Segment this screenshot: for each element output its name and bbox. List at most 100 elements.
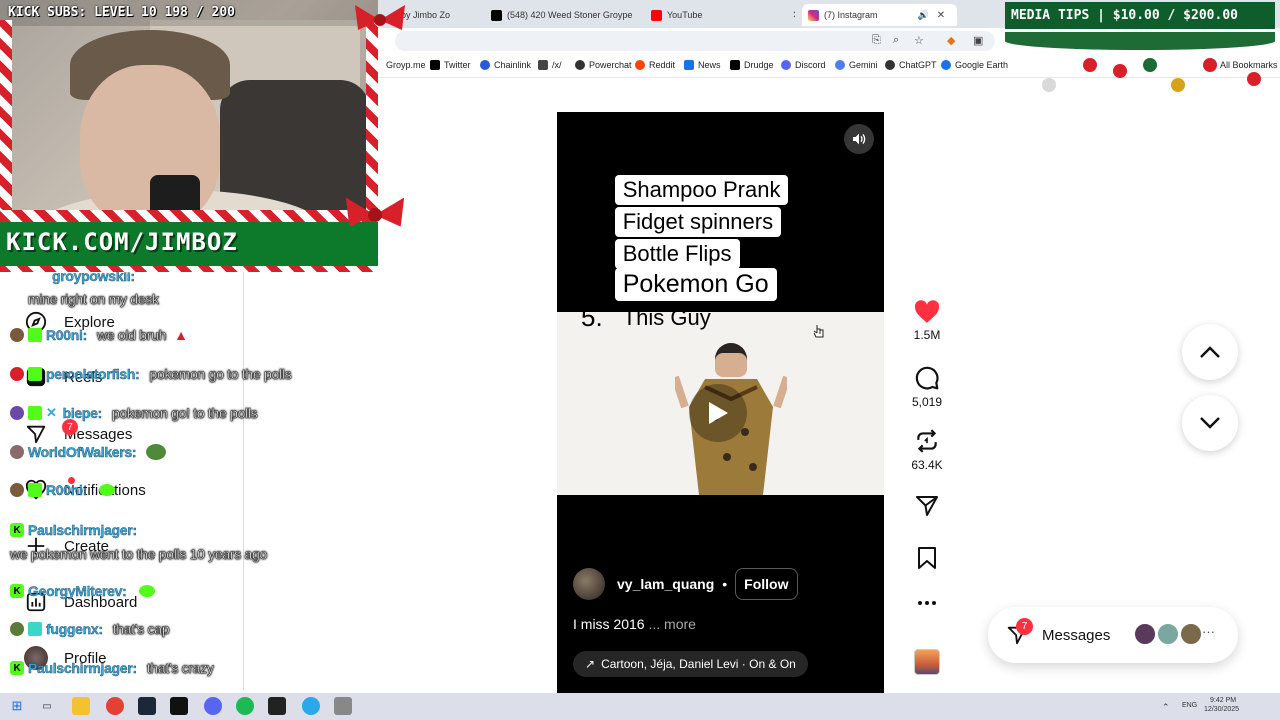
metamask-icon[interactable]: ◆ xyxy=(947,34,955,47)
arrow-up-right-icon: ↗ xyxy=(585,657,596,671)
windows-start-icon[interactable]: ⊞ xyxy=(8,697,26,715)
tab-twitter[interactable]: (548) 420 Weed Stoner Groype xyxy=(485,4,640,26)
share-action[interactable] xyxy=(910,494,944,518)
conversation-avatar[interactable] xyxy=(1133,622,1157,646)
play-button[interactable] xyxy=(689,384,747,442)
tab-label: YouTube xyxy=(667,10,703,20)
tray-chevron-icon[interactable]: ⌃ xyxy=(1162,702,1170,713)
kick-emote-icon xyxy=(99,484,115,496)
conversation-avatar[interactable] xyxy=(1179,622,1203,646)
author-avatar[interactable] xyxy=(573,568,605,600)
messages-badge: 7 xyxy=(62,419,78,435)
steam-icon[interactable] xyxy=(138,697,156,715)
webcam-overlay: KICK SUBS: LEVEL 10 198 / 200 KICK.COM/J… xyxy=(0,0,378,272)
author-username[interactable]: vy_lam_quang xyxy=(617,576,714,592)
news-icon xyxy=(684,60,694,70)
speaker-icon[interactable]: 🔊 xyxy=(918,10,929,21)
x-logo-icon xyxy=(491,9,502,21)
comment-count: 5,019 xyxy=(911,395,943,409)
tab-instagram[interactable]: (7) Instagram 🔊 ✕ xyxy=(802,4,957,26)
chat-text: pokemon go! to the polls xyxy=(112,405,258,422)
file-explorer-icon[interactable] xyxy=(72,697,90,715)
star-icon[interactable]: ☆ xyxy=(914,34,924,47)
audio-thumbnail[interactable] xyxy=(914,649,940,675)
ornament-icon xyxy=(1042,78,1056,92)
bookmark-x[interactable]: /x/ xyxy=(538,60,562,70)
clock-date[interactable]: 12/30/2025 xyxy=(1204,706,1239,713)
more-icon[interactable]: ··· xyxy=(1202,624,1215,639)
more-options-action[interactable] xyxy=(910,600,944,606)
like-count: 1.5M xyxy=(913,328,941,342)
chat-avatar xyxy=(10,328,24,342)
hand-cursor-icon xyxy=(813,325,824,338)
reel-video[interactable] xyxy=(557,312,884,495)
bookmark-groyp[interactable]: Groyp.me xyxy=(386,60,426,70)
chat-avatar xyxy=(10,622,24,636)
heart-icon xyxy=(914,300,940,323)
audio-track-pill[interactable]: ↗ Cartoon, Jéja, Daniel Levi · On & On xyxy=(573,651,808,677)
tab-youtube[interactable]: YouTube ✕ xyxy=(645,4,795,26)
app-icon[interactable] xyxy=(268,697,286,715)
language-indicator[interactable]: ENG xyxy=(1182,702,1197,709)
sub-badge-icon xyxy=(28,406,42,420)
bookmark-label: Groyp.me xyxy=(386,60,426,70)
volume-button[interactable] xyxy=(844,124,874,154)
bookmark-gemini[interactable]: Gemini xyxy=(835,60,878,70)
messages-pill-badge: 7 xyxy=(1016,618,1033,635)
chrome-icon[interactable] xyxy=(106,697,124,715)
separator-dot: • xyxy=(722,576,728,592)
bookmark-label: Powerchat xyxy=(589,60,632,70)
previous-reel-button[interactable] xyxy=(1182,324,1238,380)
conversation-avatar[interactable] xyxy=(1156,622,1180,646)
next-reel-button[interactable] xyxy=(1182,395,1238,451)
tab-close-icon[interactable]: ✕ xyxy=(937,10,945,21)
media-tips-goal: MEDIA TIPS | $10.00 / $200.00 xyxy=(1005,2,1275,32)
chainlink-icon xyxy=(480,60,490,70)
reel-post[interactable]: 1. Shampoo Prank 2. Fidget spinners 3. B… xyxy=(557,112,884,693)
garland xyxy=(1005,32,1275,50)
terminal-icon[interactable] xyxy=(170,697,188,715)
bookmark-powerchat[interactable]: Powerchat xyxy=(575,60,632,70)
task-view-icon[interactable]: ▭ xyxy=(38,697,56,715)
discord-icon[interactable] xyxy=(204,697,222,715)
bookmark-reddit[interactable]: Reddit xyxy=(635,60,675,70)
list-item: 2. Fidget spinners xyxy=(581,206,782,237)
ornament-icon xyxy=(1247,72,1261,86)
save-action[interactable] xyxy=(910,546,944,570)
chat-message: mine right on my desk xyxy=(10,291,159,308)
ornament-icon xyxy=(1143,58,1157,72)
more-icon xyxy=(918,601,936,605)
follow-button[interactable]: Follow xyxy=(735,568,798,600)
kick-badge-icon: K xyxy=(10,661,24,675)
bookmark-chainlink[interactable]: Chainlink xyxy=(480,60,531,70)
bookmark-label: Twitter xyxy=(444,60,471,70)
ornament-icon xyxy=(1171,78,1185,92)
bookmark-drudge[interactable]: Drudge xyxy=(730,60,774,70)
youtube-icon xyxy=(651,9,662,21)
spotify-icon[interactable] xyxy=(236,697,254,715)
install-icon[interactable]: ⎘ xyxy=(872,34,881,47)
caption-text: I miss 2016 xyxy=(573,616,645,632)
chevron-up-icon xyxy=(1200,346,1220,358)
bookmark-chatgpt[interactable]: ChatGPT xyxy=(885,60,937,70)
bookmark-twitter[interactable]: Twitter xyxy=(430,60,471,70)
chat-message: ✕ biepe: pokemon go! to the polls xyxy=(10,405,258,422)
caption-more-link[interactable]: ... more xyxy=(648,616,695,632)
like-action[interactable]: 1.5M xyxy=(910,300,944,342)
list-number: 3. xyxy=(581,238,603,268)
bookmark-news[interactable]: News xyxy=(684,60,721,70)
app-icon[interactable] xyxy=(334,697,352,715)
reddit-icon xyxy=(635,60,645,70)
windows-taskbar: ⊞ ▭ ⌃ ENG 9:42 PM 12/30/2025 xyxy=(0,693,1280,720)
tab-close-icon[interactable]: ✕ xyxy=(792,10,795,21)
repost-action[interactable]: 63.4K xyxy=(910,428,944,472)
list-number: 5. xyxy=(581,302,603,332)
clock-time[interactable]: 9:42 PM xyxy=(1210,697,1236,704)
gemini-icon xyxy=(835,60,845,70)
zoom-icon[interactable]: ⌕ xyxy=(893,34,899,47)
bookmark-discord[interactable]: Discord xyxy=(781,60,826,70)
extension-icon[interactable]: ▣ xyxy=(973,34,983,47)
omnibox[interactable] xyxy=(395,31,995,51)
comment-action[interactable]: 5,019 xyxy=(910,365,944,409)
telegram-icon[interactable] xyxy=(302,697,320,715)
